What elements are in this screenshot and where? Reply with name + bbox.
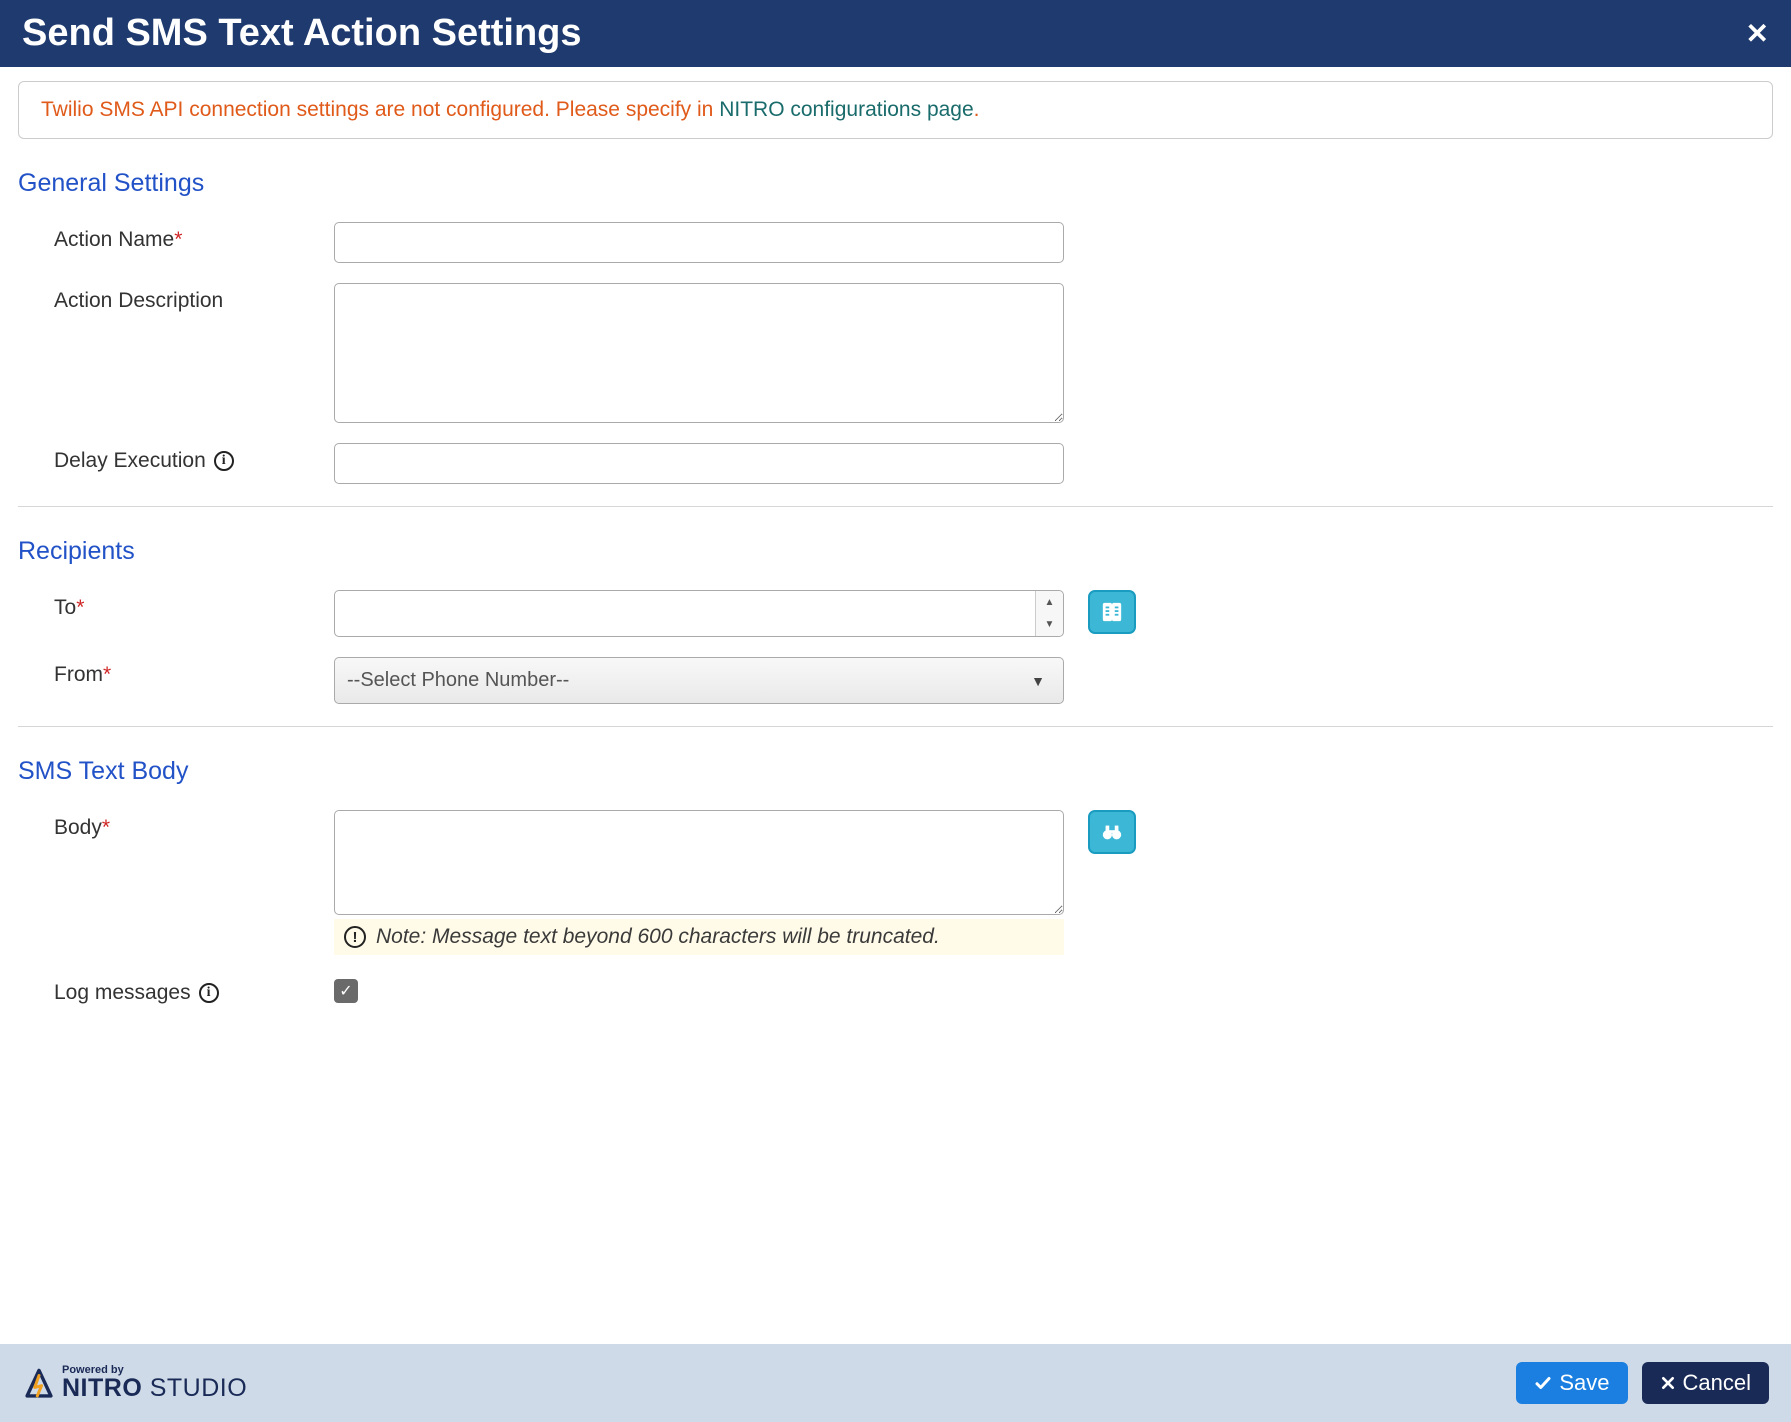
action-name-input[interactable] xyxy=(334,222,1064,263)
body-input[interactable] xyxy=(334,810,1064,915)
dialog-header: Send SMS Text Action Settings ✕ xyxy=(0,0,1791,67)
row-log-messages: Log messages i ✓ xyxy=(54,965,1773,1015)
check-icon xyxy=(1534,1374,1552,1392)
lookup-button[interactable] xyxy=(1088,810,1136,854)
delay-execution-input[interactable] xyxy=(334,443,1064,484)
section-general-title: General Settings xyxy=(18,169,1773,198)
label-action-name: Action Name* xyxy=(54,222,334,252)
body-note: ! Note: Message text beyond 600 characte… xyxy=(334,919,1064,955)
row-delay-execution: Delay Execution i xyxy=(54,433,1773,494)
action-description-input[interactable] xyxy=(334,283,1064,423)
address-book-button[interactable] xyxy=(1088,590,1136,634)
close-icon[interactable]: ✕ xyxy=(1746,17,1769,50)
dialog-content: Twilio SMS API connection settings are n… xyxy=(0,67,1791,1344)
section-body-title: SMS Text Body xyxy=(18,757,1773,786)
label-body: Body* xyxy=(54,810,334,840)
binoculars-icon xyxy=(1101,821,1123,843)
cancel-button[interactable]: Cancel xyxy=(1642,1362,1769,1404)
divider xyxy=(18,726,1773,727)
alert-text-prefix: Twilio SMS API connection settings are n… xyxy=(41,98,719,121)
label-from: From* xyxy=(54,657,334,687)
dialog-title: Send SMS Text Action Settings xyxy=(22,12,582,55)
nitro-config-link[interactable]: NITRO configurations page xyxy=(719,98,973,121)
row-to: To* ▲ ▼ xyxy=(54,580,1773,647)
row-from: From* --Select Phone Number-- ▼ xyxy=(54,647,1773,714)
label-to: To* xyxy=(54,590,334,620)
nitro-logo: Powered by NITRO STUDIO xyxy=(22,1365,247,1401)
row-action-description: Action Description xyxy=(54,273,1773,433)
divider xyxy=(18,506,1773,507)
config-warning-alert: Twilio SMS API connection settings are n… xyxy=(18,81,1773,139)
from-selected-value: --Select Phone Number-- xyxy=(347,669,569,692)
note-text: Note: Message text beyond 600 characters… xyxy=(376,925,940,949)
row-action-name: Action Name* xyxy=(54,212,1773,273)
label-action-description: Action Description xyxy=(54,283,334,313)
alert-text-suffix: . xyxy=(974,98,980,121)
chevron-down-icon: ▼ xyxy=(1031,673,1045,689)
label-log-messages: Log messages i xyxy=(54,975,334,1005)
to-combo[interactable]: ▲ ▼ xyxy=(334,590,1064,637)
address-book-icon xyxy=(1101,601,1123,623)
chevron-up-icon[interactable]: ▲ xyxy=(1036,591,1063,614)
dialog-footer: Powered by NITRO STUDIO Save Cancel xyxy=(0,1344,1791,1422)
combo-spinner[interactable]: ▲ ▼ xyxy=(1035,591,1063,636)
exclamation-icon: ! xyxy=(344,926,366,948)
row-body: Body* ! Note: Message text beyond 600 c xyxy=(54,800,1773,965)
section-recipients-title: Recipients xyxy=(18,537,1773,566)
to-input[interactable] xyxy=(335,591,1035,636)
close-icon xyxy=(1660,1375,1676,1391)
info-icon[interactable]: i xyxy=(199,983,219,1003)
chevron-down-icon[interactable]: ▼ xyxy=(1036,614,1063,637)
from-select[interactable]: --Select Phone Number-- ▼ xyxy=(334,657,1064,704)
save-button[interactable]: Save xyxy=(1516,1362,1627,1404)
log-messages-checkbox[interactable]: ✓ xyxy=(334,979,358,1003)
info-icon[interactable]: i xyxy=(214,451,234,471)
label-delay-execution: Delay Execution i xyxy=(54,443,334,473)
logo-icon xyxy=(22,1367,56,1401)
brand-text: NITRO STUDIO xyxy=(62,1376,247,1401)
